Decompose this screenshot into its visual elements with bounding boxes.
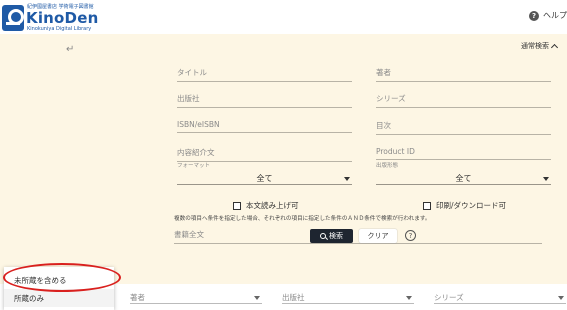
search-button[interactable]: 検索 [310,229,353,243]
kinoden-logo[interactable]: 紀伊國屋書店 学術電子図書館 KinoDen Kinokuniya Digita… [2,2,112,32]
print-download-label: 印刷/ダウンロード可 [436,201,507,210]
toc-field[interactable]: 目次 [376,120,551,135]
publication-form-select[interactable]: 出版形態 全て [376,163,551,185]
caret-down-icon [254,296,260,300]
format-value: 全て [256,174,273,183]
publisher-field[interactable]: 出版社 [177,93,352,108]
caret-down-icon [344,177,350,181]
caret-down-icon [406,296,412,300]
kinoden-logo-icon [2,5,24,31]
question-circle-icon: ? [529,10,539,21]
checkbox-box[interactable] [423,201,431,210]
author-field[interactable]: 著者 [376,67,551,82]
highlight-annotation-ellipse [3,263,121,292]
search-icon [320,233,326,239]
publication-form-value: 全て [455,174,472,183]
search-notice: 複数の項目へ条件を指定した場合、それぞれの項目に指定した条件のＡＮＤ条件で検索が… [174,216,431,222]
print-download-checkbox[interactable]: 印刷/ダウンロード可 [423,200,506,211]
caret-down-icon [543,177,549,181]
format-label: フォーマット [177,163,211,169]
author-filter-label: 著者 [130,293,145,302]
help-circle-icon[interactable]: ? [405,230,416,241]
series-filter-select[interactable]: シリーズ [434,292,566,304]
clear-button[interactable]: クリア [359,229,397,243]
publication-form-label: 出版形態 [376,163,399,169]
checkbox-box[interactable] [233,201,241,210]
logo-name: KinoDen [26,9,99,27]
search-mode-label: 通常検索 [521,42,549,50]
help-link[interactable]: ? ヘルプ [529,10,567,21]
format-select[interactable]: フォーマット 全て [177,163,352,185]
caret-down-icon [558,296,564,300]
author-filter-select[interactable]: 著者 [130,292,262,304]
logo-subtitle: Kinokuniya Digital Library [27,26,92,32]
tts-checkbox[interactable]: 本文読み上げ可 [233,200,299,211]
chevron-up-icon [550,43,559,52]
help-label: ヘルプ [543,11,567,20]
search-mode-toggle[interactable]: 通常検索 [521,41,559,52]
tts-label: 本文読み上げ可 [246,201,299,210]
publisher-filter-select[interactable]: 出版社 [282,292,414,304]
publisher-filter-label: 出版社 [282,293,305,302]
cursor-marker: ↵ [66,44,75,55]
advanced-search-panel: ↵ 通常検索 タイトル 著者 出版社 シリーズ ISBN/eISBN 目次 内容… [0,34,567,284]
series-filter-label: シリーズ [434,293,464,302]
description-field[interactable]: 内容紹介文 [177,147,352,162]
title-field[interactable]: タイトル [177,67,352,82]
isbn-field[interactable]: ISBN/eISBN [177,120,352,133]
header-bar: 紀伊國屋書店 学術電子図書館 KinoDen Kinokuniya Digita… [0,0,567,34]
search-button-label: 検索 [329,232,343,240]
fulltext-field[interactable]: 書籍全文 [174,229,542,244]
series-field[interactable]: シリーズ [376,93,551,108]
product-id-field[interactable]: Product ID [376,147,551,160]
